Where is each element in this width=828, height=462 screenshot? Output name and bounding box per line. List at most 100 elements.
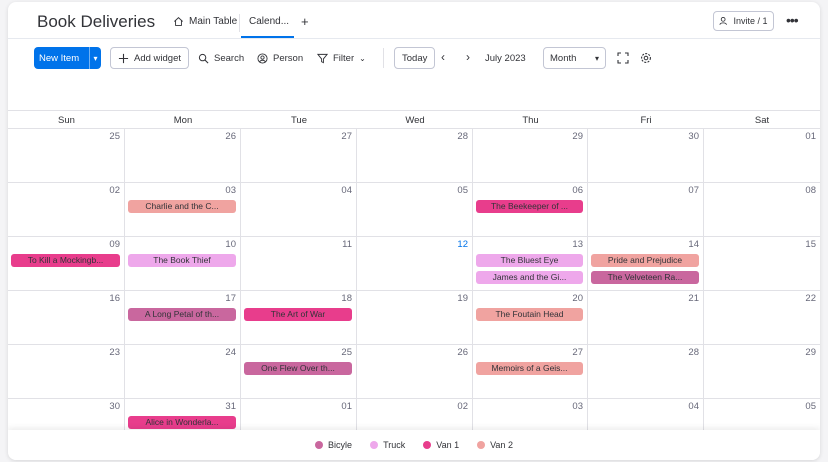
day-number: 23 xyxy=(109,347,120,358)
calendar-event[interactable]: A Long Petal of th... xyxy=(128,308,236,321)
calendar-day-cell[interactable]: 18 The Art of War xyxy=(241,291,357,345)
add-widget-button[interactable]: Add widget xyxy=(110,47,190,69)
calendar-day-cell[interactable]: 28 xyxy=(588,345,704,399)
calendar-event[interactable]: Alice in Wonderla... xyxy=(128,416,236,429)
chevron-down-icon: ⌄ xyxy=(359,53,366,63)
new-item-button[interactable]: New Item ▾ xyxy=(34,47,101,69)
calendar-day-cell[interactable]: 29 xyxy=(704,345,820,399)
day-number: 01 xyxy=(341,401,352,412)
weekday-header: Sun Mon Tue Wed Thu Fri Sat xyxy=(8,110,820,129)
calendar-day-cell[interactable]: 24 xyxy=(125,345,241,399)
calendar-day-cell[interactable]: 05 xyxy=(357,183,473,237)
view-mode-select[interactable]: Month ▾ xyxy=(543,47,606,69)
day-number: 31 xyxy=(225,401,236,412)
legend-label: Bicyle xyxy=(328,440,353,450)
tab-calendar[interactable]: Calend... xyxy=(249,16,289,27)
prev-month-icon[interactable]: ‹ xyxy=(441,50,445,64)
calendar-day-cell[interactable]: 12 xyxy=(357,237,473,291)
day-number: 21 xyxy=(688,293,699,304)
weekday-wed: Wed xyxy=(405,115,425,126)
calendar-day-cell[interactable]: 08 xyxy=(704,183,820,237)
gear-icon[interactable] xyxy=(640,52,652,64)
add-widget-label: Add widget xyxy=(134,52,182,64)
calendar-day-cell[interactable]: 23 xyxy=(8,345,125,399)
calendar-day-cell[interactable]: 14 Pride and Prejudice The Velveteen Ra... xyxy=(588,237,704,291)
calendar-day-cell[interactable]: 19 xyxy=(357,291,473,345)
calendar-day-cell[interactable]: 27 xyxy=(241,129,357,183)
calendar-day-cell[interactable]: 30 xyxy=(588,129,704,183)
calendar-event[interactable]: The Velveteen Ra... xyxy=(591,271,699,284)
new-item-label: New Item xyxy=(39,52,80,64)
calendar-event[interactable]: James and the Gi... xyxy=(476,271,583,284)
day-number: 01 xyxy=(805,131,816,142)
calendar-event[interactable]: The Book Thief xyxy=(128,254,236,267)
search-button[interactable]: Search xyxy=(198,47,244,69)
legend: Bicyle Truck Van 1 Van 2 xyxy=(8,430,820,460)
day-number: 24 xyxy=(225,347,236,358)
calendar-day-cell[interactable]: 15 xyxy=(704,237,820,291)
calendar-day-cell[interactable]: 22 xyxy=(704,291,820,345)
calendar-day-cell[interactable]: 01 xyxy=(704,129,820,183)
calendar-day-cell[interactable]: 13 The Bluest Eye James and the Gi... xyxy=(473,237,588,291)
day-number: 28 xyxy=(688,347,699,358)
calendar-day-cell[interactable]: 25 xyxy=(8,129,125,183)
calendar-day-cell[interactable]: 26 xyxy=(357,345,473,399)
calendar-day-cell[interactable]: 17 A Long Petal of th... xyxy=(125,291,241,345)
calendar-event[interactable]: One Flew Over th... xyxy=(244,362,352,375)
calendar-event[interactable]: The Foutain Head xyxy=(476,308,583,321)
calendar-day-cell[interactable]: 16 xyxy=(8,291,125,345)
search-icon xyxy=(198,53,209,63)
calendar-day-cell[interactable]: 26 xyxy=(125,129,241,183)
day-number: 04 xyxy=(341,185,352,196)
person-icon xyxy=(257,52,268,64)
calendar-event[interactable]: Charlie and the C... xyxy=(128,200,236,213)
calendar-day-cell[interactable]: 07 xyxy=(588,183,704,237)
tab-main-table[interactable]: Main Table xyxy=(173,16,237,27)
day-number: 16 xyxy=(109,293,120,304)
chevron-down-icon: ▾ xyxy=(594,53,599,63)
calendar-day-cell[interactable]: 09 To Kill a Mockingb... xyxy=(8,237,125,291)
calendar-day-cell[interactable]: 21 xyxy=(588,291,704,345)
calendar-event[interactable]: To Kill a Mockingb... xyxy=(11,254,120,267)
calendar-day-cell[interactable]: 04 xyxy=(241,183,357,237)
toolbar-divider xyxy=(383,48,384,68)
filter-button[interactable]: Filter ⌄ xyxy=(317,47,366,69)
day-number: 29 xyxy=(805,347,816,358)
today-button[interactable]: Today xyxy=(394,47,436,69)
calendar-day-cell[interactable]: 27 Memoirs of a Geis... xyxy=(473,345,588,399)
day-number: 30 xyxy=(109,401,120,412)
calendar-event[interactable]: Memoirs of a Geis... xyxy=(476,362,583,375)
person-filter-button[interactable]: Person xyxy=(257,47,303,69)
plus-icon xyxy=(118,53,129,63)
chevron-down-icon[interactable]: ▾ xyxy=(90,54,101,63)
legend-label: Truck xyxy=(383,440,406,450)
add-view-button[interactable]: + xyxy=(301,14,309,29)
calendar-day-cell[interactable]: 10 The Book Thief xyxy=(125,237,241,291)
next-month-icon[interactable]: › xyxy=(466,50,470,64)
calendar-event[interactable]: Pride and Prejudice xyxy=(591,254,699,267)
calendar-event[interactable]: The Bluest Eye xyxy=(476,254,583,267)
calendar-day-cell[interactable]: 02 xyxy=(8,183,125,237)
legend-swatch xyxy=(477,441,486,449)
calendar-day-cell[interactable]: 25 One Flew Over th... xyxy=(241,345,357,399)
calendar-day-cell[interactable]: 20 The Foutain Head xyxy=(473,291,588,345)
calendar-day-cell[interactable]: 06 The Beekeeper of ... xyxy=(473,183,588,237)
calendar-event[interactable]: The Art of War xyxy=(244,308,352,321)
more-options-icon[interactable]: ••• xyxy=(786,12,799,28)
calendar-event[interactable]: The Beekeeper of ... xyxy=(476,200,583,213)
fullscreen-icon[interactable] xyxy=(617,52,629,64)
calendar-day-cell[interactable]: 28 xyxy=(357,129,473,183)
calendar-day-cell[interactable]: 11 xyxy=(241,237,357,291)
day-number: 04 xyxy=(688,401,699,412)
legend-swatch xyxy=(315,441,324,449)
legend-label: Van 1 xyxy=(436,440,460,450)
day-number: 03 xyxy=(572,401,583,412)
invite-button[interactable]: Invite / 1 xyxy=(713,11,774,31)
person-label: Person xyxy=(273,52,304,64)
tab-label: Calend... xyxy=(249,16,290,27)
calendar-day-cell[interactable]: 29 xyxy=(473,129,588,183)
board-view: Book Deliveries Main Table Calend... + I… xyxy=(8,2,820,460)
calendar-day-cell[interactable]: 03 Charlie and the C... xyxy=(125,183,241,237)
weekday-mon: Mon xyxy=(173,115,193,126)
day-number: 02 xyxy=(109,185,120,196)
